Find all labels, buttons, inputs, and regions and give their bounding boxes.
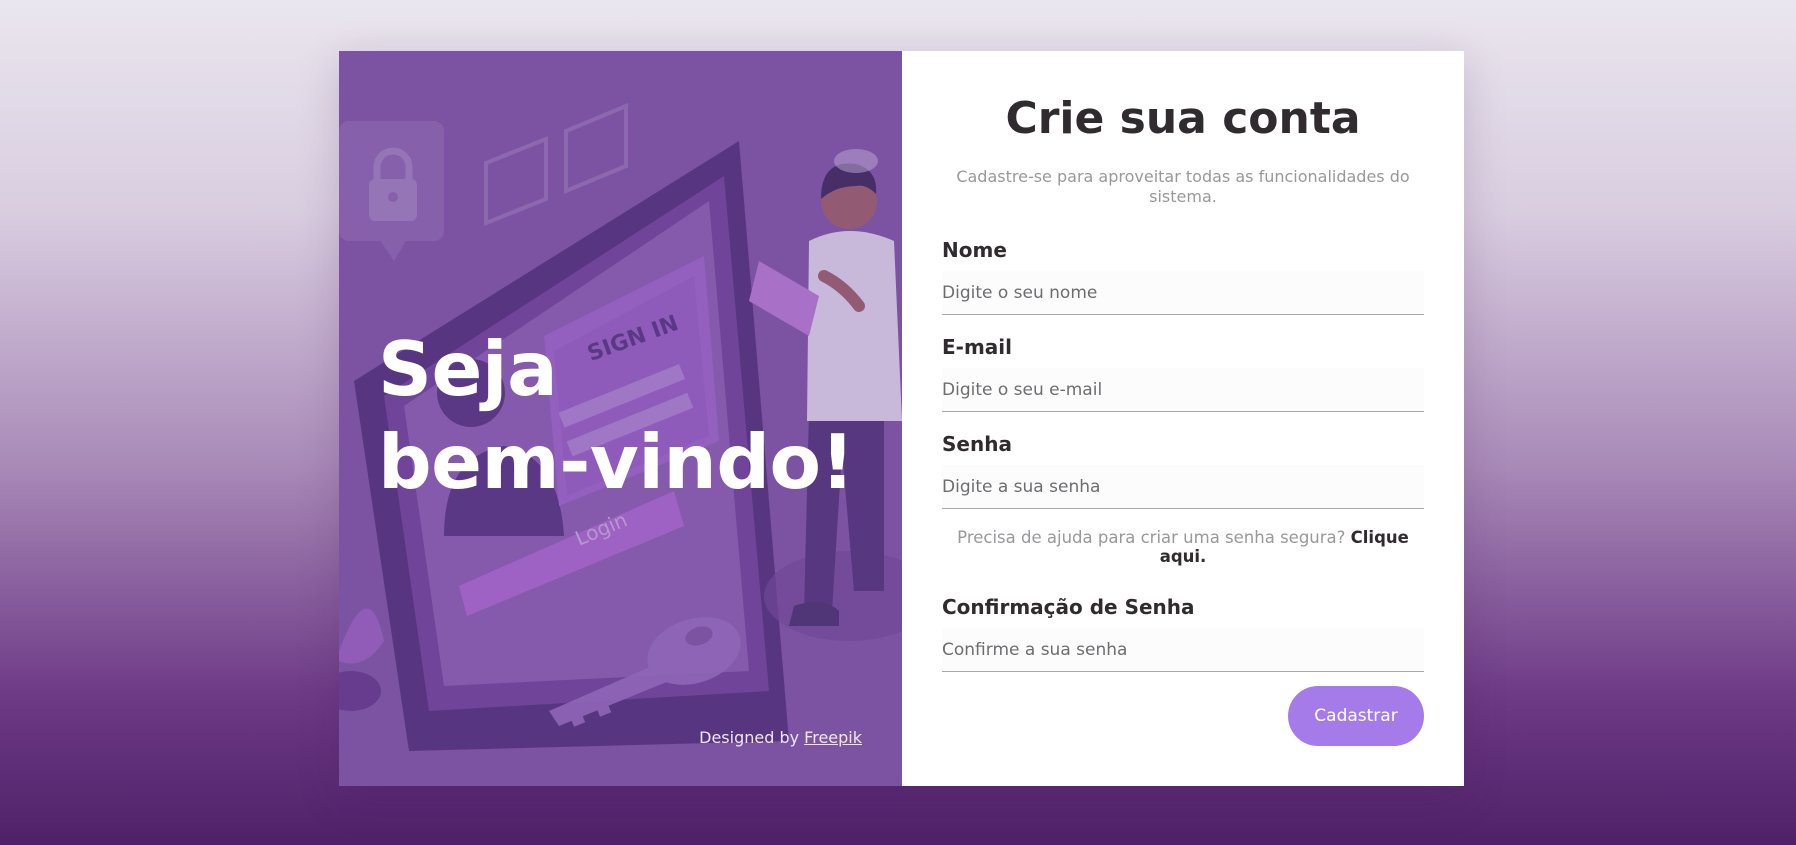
confirm-field-group: Confirmação de Senha xyxy=(942,594,1424,672)
password-input[interactable] xyxy=(942,465,1424,509)
password-help-text: Precisa de ajuda para criar uma senha se… xyxy=(957,528,1346,547)
name-input[interactable] xyxy=(942,271,1424,315)
name-field-group: Nome xyxy=(942,237,1424,315)
password-help: Precisa de ajuda para criar uma senha se… xyxy=(942,528,1424,566)
email-input[interactable] xyxy=(942,368,1424,412)
signup-card: SIGN IN Login Seja bem-vindo! Designed b… xyxy=(339,51,1464,786)
signup-form: Crie sua conta Cadastre-se para aproveit… xyxy=(902,51,1464,786)
form-subtitle: Cadastre-se para aproveitar todas as fun… xyxy=(956,167,1410,206)
confirm-password-input[interactable] xyxy=(942,628,1424,672)
welcome-heading: Seja bem-vindo! xyxy=(378,323,898,509)
form-title: Crie sua conta xyxy=(1005,93,1361,144)
name-label: Nome xyxy=(942,238,1007,262)
welcome-panel: SIGN IN Login Seja bem-vindo! Designed b… xyxy=(339,51,902,786)
design-credit: Designed by Freepik xyxy=(699,728,862,747)
password-field-group: Senha xyxy=(942,431,1424,509)
confirm-password-label: Confirmação de Senha xyxy=(942,595,1195,619)
register-button[interactable]: Cadastrar xyxy=(1288,686,1424,746)
email-label: E-mail xyxy=(942,335,1013,359)
email-field-group: E-mail xyxy=(942,334,1424,412)
welcome-heading-line1: Seja xyxy=(378,325,558,413)
freepik-link[interactable]: Freepik xyxy=(804,728,862,747)
password-label: Senha xyxy=(942,432,1012,456)
welcome-heading-line2: bem-vindo! xyxy=(378,418,855,506)
credit-prefix: Designed by xyxy=(699,728,805,747)
